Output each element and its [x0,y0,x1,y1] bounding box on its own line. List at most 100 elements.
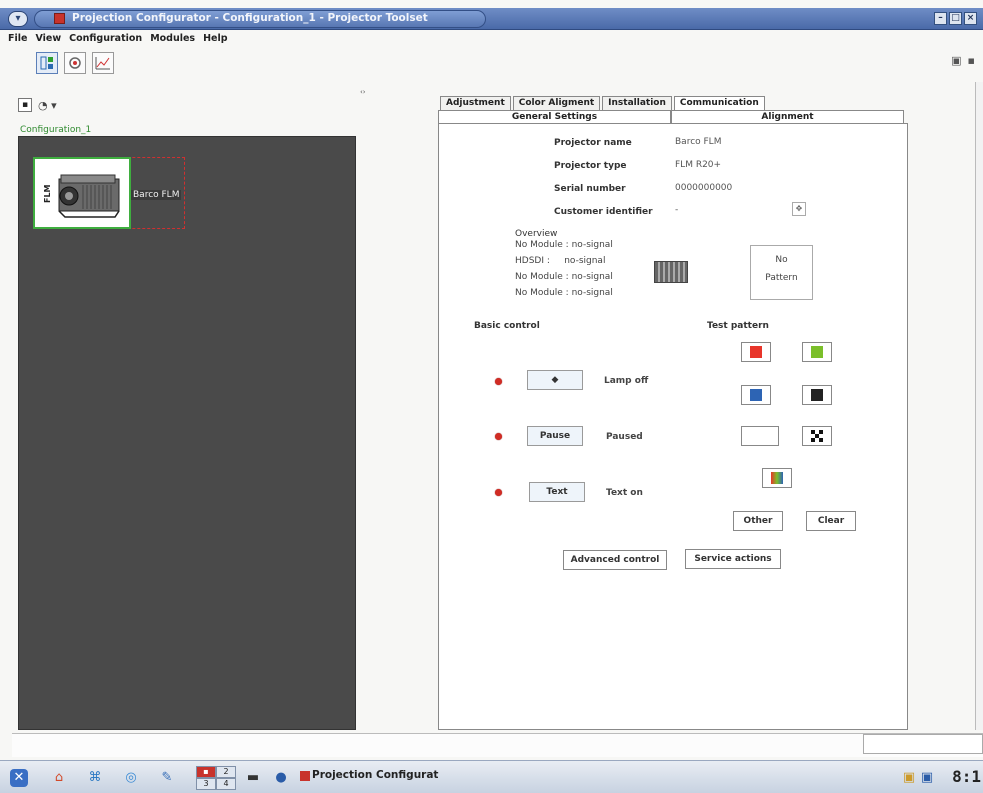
tab-adjustment[interactable]: Adjustment [440,96,511,110]
text-status-label: Text on [606,488,643,498]
network-icon[interactable]: ⌘ [86,769,104,787]
clock[interactable]: 8:1 [952,767,981,786]
splitter-arrows-icon[interactable]: ‹› [360,88,366,96]
status-bar [12,733,983,757]
window-menu-button[interactable]: ▾ [8,11,28,27]
configuration-canvas[interactable]: FLM Barco FLM [18,136,356,730]
configuration-view-button[interactable] [36,52,58,74]
customer-identifier-label: Customer identifier [554,207,653,217]
customer-identifier-value: - [675,205,679,215]
chart-view-button[interactable] [92,52,114,74]
pattern-white-button[interactable] [741,426,779,446]
menu-configuration[interactable]: Configuration [69,33,142,47]
pause-button[interactable]: Pause [527,426,583,446]
pause-status-led [495,433,502,440]
terminal-icon[interactable]: ▬ [244,769,262,787]
blue-swatch-icon [750,389,762,401]
home-icon[interactable]: ⌂ [50,769,68,787]
overview-title: Overview [515,229,558,239]
overview-line-3: No Module : no-signal [515,272,613,282]
tab-communication[interactable]: Communication [673,96,765,110]
browser-icon[interactable]: ● [272,769,290,787]
menu-bar: File View Configuration Modules Help [8,33,228,47]
text-button[interactable]: Text [529,482,585,502]
menu-file[interactable]: File [8,33,27,47]
config-grid-icon [40,56,53,70]
window-controls: – □ × [934,12,977,25]
minimize-button[interactable]: – [934,12,947,25]
pattern-blue-button[interactable] [741,385,771,405]
pattern-line-2: Pattern [765,273,798,283]
device-name-label: Barco FLM [131,190,182,200]
red-swatch-icon [750,346,762,358]
projector-image-icon [58,174,120,218]
pattern-black-button[interactable] [802,385,832,405]
maximize-button[interactable]: □ [949,12,962,25]
pattern-checker-button[interactable] [802,426,832,446]
window-titlebar[interactable]: ▾ Projection Configurator - Configuratio… [0,8,983,30]
advanced-control-button[interactable]: Advanced control [563,550,667,570]
general-settings-panel [438,123,908,730]
checkerboard-icon [811,430,823,442]
chart-icon [95,57,110,70]
projector-name-label: Projector name [554,138,632,148]
serial-number-value: 0000000000 [675,183,733,193]
monitor-icon[interactable]: ▣ [951,54,961,67]
text-status-led [495,489,502,496]
taskbar-task-projection[interactable]: Projection Configurat [312,769,438,781]
edit-identifier-icon[interactable]: ✥ [792,202,806,216]
menu-modules[interactable]: Modules [150,33,195,47]
screen: ▾ Projection Configurator - Configuratio… [0,0,983,793]
restore-icon[interactable]: ▪ [968,54,975,67]
tools-icon[interactable]: ✎ [158,769,176,787]
projector-name-value: Barco FLM [675,137,722,147]
tab-alignment[interactable]: Alignment [671,110,904,124]
workspace-4[interactable]: 4 [216,778,236,790]
left-toolbar: ▪ ◔ ▾ [18,98,57,112]
pattern-line-1: No [775,255,788,265]
color-bars-icon [771,472,783,484]
test-pattern-title: Test pattern [707,321,769,331]
sub-tabs: General Settings Alignment [438,110,904,124]
right-scrollbar[interactable] [975,82,983,730]
tab-general-settings[interactable]: General Settings [438,110,671,124]
service-actions-button[interactable]: Service actions [685,549,781,569]
black-swatch-icon [811,389,823,401]
menu-view[interactable]: View [35,33,61,47]
projector-view-button[interactable] [64,52,86,74]
workspace-3[interactable]: 3 [196,778,216,790]
green-swatch-icon [811,346,823,358]
pattern-green-button[interactable] [802,342,832,362]
pattern-gradient-button[interactable] [762,468,792,488]
overview-line-2: HDSDI : no-signal [515,256,606,266]
main-toolbar [36,52,114,74]
pattern-red-button[interactable] [741,342,771,362]
workspace-1[interactable]: ▪ [196,766,216,778]
history-dropdown-icon[interactable]: ◔ ▾ [38,99,57,112]
menu-help[interactable]: Help [203,33,227,47]
close-button[interactable]: × [964,12,977,25]
add-device-button[interactable]: ▪ [18,98,32,112]
other-pattern-button[interactable]: Other [733,511,783,531]
current-pattern-box: No Pattern [750,245,813,300]
help-ring-icon[interactable]: ◎ [122,769,140,787]
start-menu-icon[interactable]: ✕ [10,769,28,787]
tray-notification-icon[interactable]: ▣ [900,769,918,787]
input-connector-icon [654,261,688,283]
tab-color-alignment[interactable]: Color Aligment [512,96,601,110]
workspace-pager[interactable]: ▪ 2 3 4 [196,766,236,790]
basic-control-title: Basic control [474,321,540,331]
device-type-label: FLM [43,184,52,203]
overview-line-1: No Module : no-signal [515,240,613,250]
projector-icon [69,57,81,69]
tray-monitor-icon[interactable]: ▣ [918,769,936,787]
lamp-toggle-button[interactable]: ◆ [527,370,583,390]
lamp-status-led [495,378,502,385]
window-title: Projection Configurator - Configuration_… [72,12,428,24]
clear-pattern-button[interactable]: Clear [806,511,856,531]
tab-installation[interactable]: Installation [602,96,672,110]
projector-device-card[interactable]: FLM [33,157,131,229]
workspace-2[interactable]: 2 [216,766,236,778]
overview-line-4: No Module : no-signal [515,288,613,298]
os-taskbar: ✕ ⌂ ⌘ ◎ ✎ ▪ 2 3 4 ▬ ● Projection Configu… [0,760,983,793]
